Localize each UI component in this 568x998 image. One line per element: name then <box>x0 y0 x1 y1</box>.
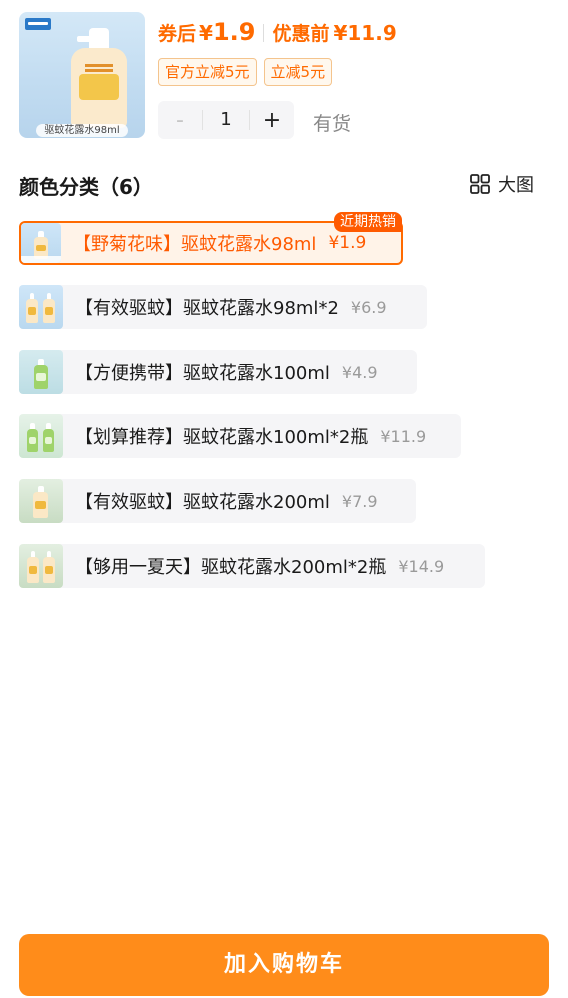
variant-thumbnail <box>19 414 63 458</box>
before-discount-label: 优惠前 <box>272 23 330 45</box>
variant-price: ¥1.9 <box>328 233 367 253</box>
variant-price: ¥4.9 <box>341 362 378 382</box>
variant-thumbnail <box>21 223 61 263</box>
variant-price: ¥11.9 <box>380 426 427 446</box>
bottle-illustration <box>71 48 127 128</box>
after-coupon-price: 1.9 <box>212 18 256 46</box>
variant-label: 【方便携带】驱蚊花露水100ml <box>75 363 330 384</box>
variant-option-2[interactable]: 【有效驱蚊】驱蚊花露水98ml*2 ¥6.9 <box>19 285 427 329</box>
variant-section-title: 颜色分类（6） <box>19 175 153 199</box>
variant-price: ¥14.9 <box>398 556 445 576</box>
coupon-tag-discount: 立减5元 <box>263 58 333 86</box>
big-image-view-toggle[interactable]: 大图 <box>470 171 534 197</box>
decrease-quantity-button[interactable]: - <box>158 108 202 133</box>
variant-label: 【够用一夏天】驱蚊花露水200ml*2瓶 <box>75 557 387 578</box>
after-coupon-label: 券后 <box>158 23 197 45</box>
variant-price: ¥6.9 <box>350 297 387 317</box>
variant-label: 【有效驱蚊】驱蚊花露水98ml*2 <box>75 298 339 319</box>
add-to-cart-button[interactable]: 加入购物车 <box>19 934 549 996</box>
coupon-tags: 官方立减5元 立减5元 <box>158 58 333 86</box>
variant-thumbnail <box>19 479 63 523</box>
currency-symbol: ¥ <box>199 21 213 45</box>
price-divider <box>263 24 265 42</box>
variant-option-6[interactable]: 【够用一夏天】驱蚊花露水200ml*2瓶 ¥14.9 <box>19 544 485 588</box>
grid-icon <box>470 174 490 194</box>
quantity-value[interactable]: 1 <box>202 110 250 130</box>
before-discount-price: ¥11.9 <box>333 21 397 45</box>
variant-thumbnail <box>19 544 63 588</box>
product-main-image[interactable]: 驱蚊花露水98ml <box>19 12 145 138</box>
variant-option-1[interactable]: 【野菊花味】驱蚊花露水98ml ¥1.9 近期热销 <box>19 212 403 265</box>
variant-thumbnail <box>19 285 63 329</box>
variant-option-4[interactable]: 【划算推荐】驱蚊花露水100ml*2瓶 ¥11.9 <box>19 414 461 458</box>
spray-cap <box>89 28 109 48</box>
coupon-tag-official: 官方立减5元 <box>158 58 257 86</box>
hot-sale-badge: 近期热销 <box>334 212 402 232</box>
quantity-stepper: - 1 + <box>158 101 294 139</box>
variant-option-3[interactable]: 【方便携带】驱蚊花露水100ml ¥4.9 <box>19 350 417 394</box>
variant-label: 【有效驱蚊】驱蚊花露水200ml <box>75 492 330 513</box>
stock-status: 有货 <box>313 113 352 135</box>
variant-label: 【划算推荐】驱蚊花露水100ml*2瓶 <box>75 427 369 448</box>
variant-label: 【野菊花味】驱蚊花露水98ml <box>73 234 317 255</box>
product-image-caption: 驱蚊花露水98ml <box>19 121 145 137</box>
variant-option-5[interactable]: 【有效驱蚊】驱蚊花露水200ml ¥7.9 <box>19 479 416 523</box>
big-image-label: 大图 <box>498 175 534 196</box>
increase-quantity-button[interactable]: + <box>250 108 294 133</box>
price-row: 券后 ¥ 1.9 优惠前 ¥11.9 <box>158 18 397 48</box>
variant-thumbnail <box>19 350 63 394</box>
variant-price: ¥7.9 <box>341 491 378 511</box>
brand-logo <box>25 18 51 30</box>
